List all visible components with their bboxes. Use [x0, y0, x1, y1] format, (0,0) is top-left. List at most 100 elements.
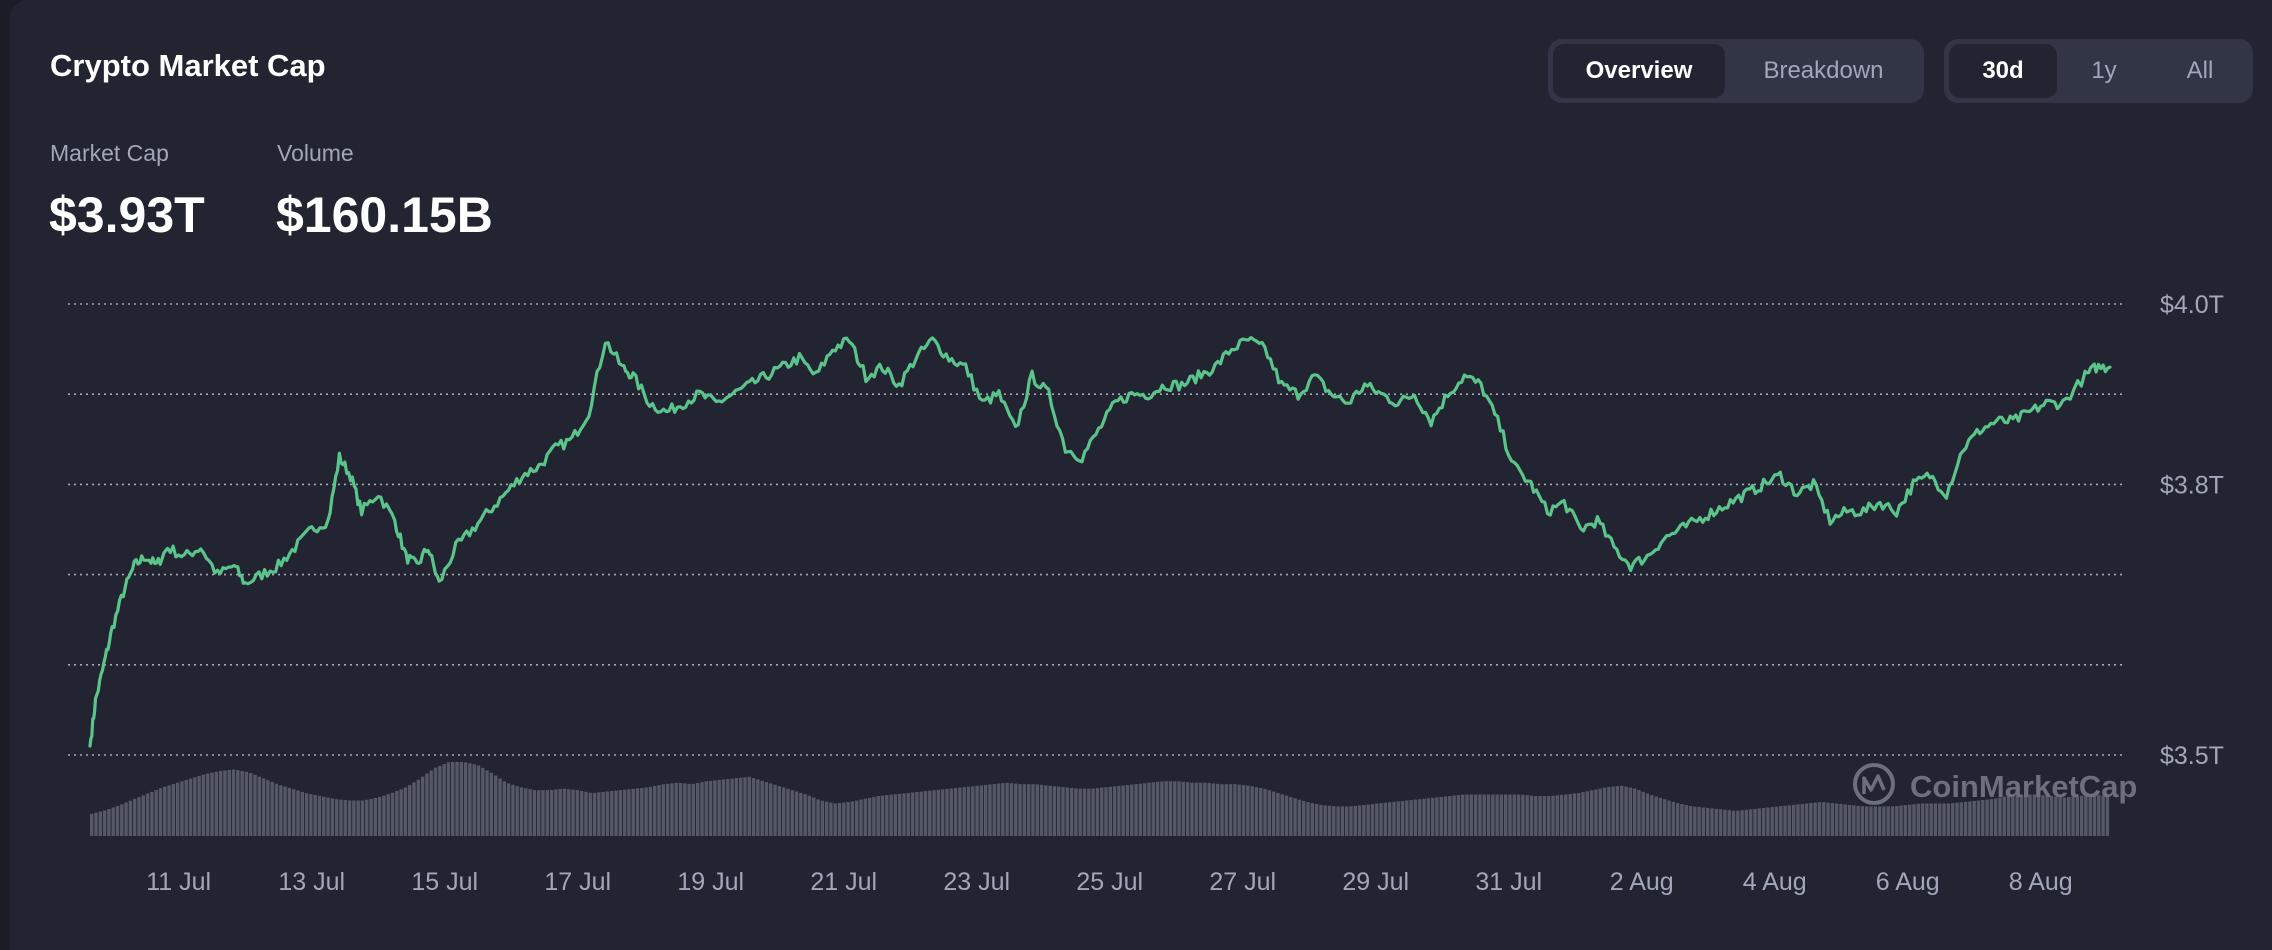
volume-bar [1147, 782, 1151, 836]
volume-bar [1976, 800, 1981, 836]
volume-bar [1693, 806, 1697, 836]
volume-bar [1026, 784, 1031, 836]
volume-bar [1185, 782, 1190, 836]
volume-bar [292, 789, 296, 836]
volume-bar [1048, 785, 1052, 836]
volume-bar [1014, 783, 1018, 836]
volume-bar [1155, 781, 1160, 836]
volume-bar [1847, 804, 1852, 836]
volume-bar [885, 795, 889, 836]
volume-bar [1968, 801, 1972, 836]
volume-bar [1491, 794, 1495, 836]
volume-bar [468, 763, 472, 836]
volume-bar [1448, 796, 1452, 836]
volume-bar [1246, 785, 1250, 836]
volume-bar [326, 797, 330, 836]
volume-bar [1637, 790, 1641, 836]
x-tick-label: 17 Jul [544, 868, 611, 896]
volume-bar [485, 770, 489, 836]
volume-bar [665, 783, 670, 836]
volume-bar [1598, 788, 1602, 836]
coinmarketcap-logo-mark [1862, 774, 1886, 794]
volume-bar [562, 788, 567, 836]
volume-bar [1074, 788, 1078, 836]
volume-bar [1211, 783, 1216, 836]
volume-bar [1748, 809, 1753, 836]
volume-bar [1297, 799, 1302, 836]
volume-bar [150, 791, 154, 836]
volume-bar [317, 795, 322, 836]
volume-bar [983, 784, 988, 836]
volume-bar [1263, 788, 1267, 836]
volume-bar [605, 791, 610, 836]
volume-bar [1981, 800, 1985, 836]
volume-bar [1177, 781, 1181, 836]
volume-bar [1504, 794, 1508, 836]
volume-bar [751, 778, 756, 836]
volume-bar [1624, 786, 1628, 836]
volume-bar [1267, 790, 1272, 836]
volume-bar [1422, 798, 1426, 836]
volume-bar [102, 810, 107, 836]
volume-bar [863, 798, 868, 836]
volume-bar [356, 800, 360, 836]
volume-bar [1190, 782, 1194, 836]
volume-bar [1568, 793, 1572, 836]
volume-bar [940, 789, 945, 836]
volume-bar [1938, 803, 1942, 836]
volume-bar [536, 790, 541, 836]
coinmarketcap-watermark: CoinMarketCap [1853, 763, 2137, 805]
volume-bar [236, 770, 240, 836]
volume-bar [1001, 783, 1005, 836]
volume-bar [919, 791, 923, 836]
x-tick-label: 29 Jul [1342, 868, 1409, 896]
volume-bar [1650, 795, 1654, 836]
volume-bar [1615, 786, 1620, 836]
volume-bar [678, 783, 683, 836]
volume-bar [1950, 803, 1955, 836]
volume-bar [1323, 805, 1327, 836]
volume-bar [1168, 781, 1173, 836]
volume-bar [1993, 798, 1998, 836]
volume-bar [1259, 787, 1263, 836]
volume-bar [1117, 785, 1121, 836]
volume-bar [511, 784, 515, 836]
volume-bar [1173, 781, 1177, 836]
volume-bar [1925, 803, 1929, 836]
volume-bar [799, 792, 803, 836]
volume-bar [859, 799, 863, 836]
volume-bar [1963, 801, 1968, 836]
volume-bar [377, 796, 382, 836]
volume-bar [429, 770, 433, 836]
volume-bar [1830, 803, 1835, 836]
volume-bar [1834, 803, 1839, 836]
volume-bar [837, 802, 842, 836]
volume-bar [1671, 801, 1676, 836]
volume-bar [1826, 802, 1830, 836]
volume-bar [1675, 803, 1680, 836]
volume-bar [1409, 800, 1413, 836]
volume-bar [1899, 805, 1903, 836]
volume-bar [936, 789, 941, 836]
volume-bar [154, 790, 158, 836]
volume-bar [1667, 800, 1671, 836]
volume-bar [683, 783, 687, 836]
volume-bar [1439, 796, 1443, 836]
volume-bar [738, 777, 743, 836]
volume-bar [1787, 805, 1792, 836]
market-cap-series-line [88, 336, 2112, 748]
volume-bar [1082, 788, 1087, 836]
volume-bar [524, 788, 528, 836]
volume-bar [696, 783, 700, 836]
volume-bar [545, 790, 549, 836]
volume-bar [1125, 785, 1130, 836]
volume-bar [494, 775, 498, 836]
volume-bar [253, 774, 257, 836]
volume-bar [824, 801, 829, 836]
volume-bar [1289, 796, 1293, 836]
volume-bar [1512, 794, 1516, 836]
volume-bar [240, 770, 244, 836]
volume-bar [726, 779, 730, 836]
volume-bar [1706, 807, 1710, 836]
volume-bar [640, 787, 644, 836]
